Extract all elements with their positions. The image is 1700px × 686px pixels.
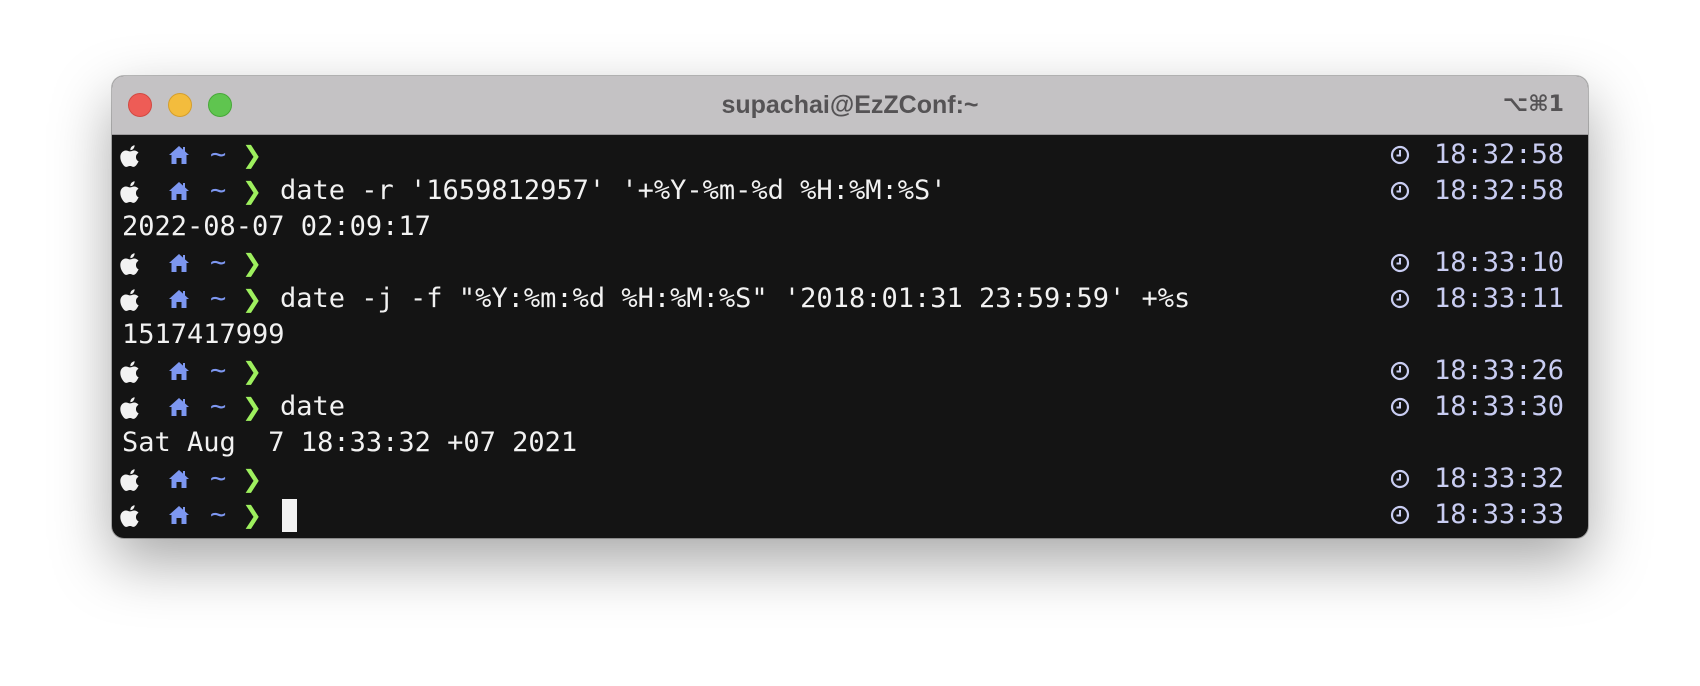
prompt-line: ~ ❯ 18:33:26 [112,353,1588,389]
prompt-line: ~ ❯ 18:33:32 [112,461,1588,497]
home-icon [168,289,190,309]
home-icon [168,181,190,201]
clock-icon [1390,289,1410,309]
clock-icon [1390,469,1410,489]
command-output: 1517417999 [122,319,285,350]
apple-icon [120,252,142,276]
home-icon [168,469,190,489]
output-line: 2022-08-07 02:09:17 [112,209,1588,245]
prompt-line: ~ ❯ date -j -f "%Y:%m:%d %H:%M:%S" '2018:0… [112,281,1588,317]
prompt-chevron: ❯ [242,249,263,277]
apple-icon [120,180,142,204]
prompt-chevron: ❯ [242,141,263,169]
prompt-time: 18:33:26 [1433,355,1564,386]
clock-icon [1390,145,1410,165]
prompt-time: 18:33:10 [1433,247,1564,278]
prompt-time: 18:33:33 [1433,499,1564,530]
prompt-time: 18:33:30 [1433,391,1564,422]
prompt-time: 18:32:58 [1433,139,1564,170]
prompt-line: ~ ❯ date -r '1659812957' '+%Y-%m-%d %H:%M:… [112,173,1588,209]
output-line: Sat Aug 7 18:33:32 +07 2021 [112,425,1588,461]
apple-icon [120,360,142,384]
clock-icon [1390,181,1410,201]
prompt-directory: ~ [210,247,227,278]
command-output: Sat Aug 7 18:33:32 +07 2021 [122,427,578,458]
terminal-window: supachai@EzZConf:~ ⌥⌘1 ~ ❯ 18:32:58 ~ ❯ date … [112,76,1588,538]
prompt-chevron: ❯ [242,177,263,205]
prompt-chevron: ❯ [242,501,263,529]
prompt-directory: ~ [210,463,227,494]
prompt-time: 18:33:11 [1433,283,1564,314]
prompt-line: ~ ❯ date 18:33:30 [112,389,1588,425]
command-output: 2022-08-07 02:09:17 [122,211,431,242]
clock-icon [1390,397,1410,417]
prompt-directory: ~ [210,175,227,206]
prompt-chevron: ❯ [242,357,263,385]
clock-icon [1390,253,1410,273]
window-shortcut: ⌥⌘1 [1502,92,1564,117]
home-icon [168,397,190,417]
prompt-line: ~ ❯ 18:33:33 [112,497,1588,533]
window-title: supachai@EzZConf:~ [721,91,979,119]
prompt-line: ~ ❯ 18:32:58 [112,137,1588,173]
home-icon [168,505,190,525]
command-text: date [280,391,346,422]
clock-icon [1390,361,1410,381]
prompt-directory: ~ [210,283,227,314]
prompt-directory: ~ [210,139,227,170]
command-text: date -r '1659812957' '+%Y-%m-%d %H:%M:%S… [280,175,947,206]
prompt-chevron: ❯ [242,393,263,421]
apple-icon [120,396,142,420]
prompt-time: 18:33:32 [1433,463,1564,494]
prompt-directory: ~ [210,355,227,386]
prompt-time: 18:32:58 [1433,175,1564,206]
title-bar[interactable]: supachai@EzZConf:~ ⌥⌘1 [112,76,1588,135]
home-icon [168,253,190,273]
apple-icon [120,468,142,492]
prompt-directory: ~ [210,499,227,530]
apple-icon [120,288,142,312]
apple-icon [120,504,142,528]
command-text: date -j -f "%Y:%m:%d %H:%M:%S" '2018:01:… [280,283,1191,314]
prompt-chevron: ❯ [242,285,263,313]
text-cursor[interactable] [282,499,297,532]
apple-icon [120,144,142,168]
home-icon [168,361,190,381]
prompt-line: ~ ❯ 18:33:10 [112,245,1588,281]
home-icon [168,145,190,165]
output-line: 1517417999 [112,317,1588,353]
prompt-chevron: ❯ [242,465,263,493]
terminal-content[interactable]: ~ ❯ 18:32:58 ~ ❯ date -r '1659812957' '+%Y-%m… [112,137,1588,533]
prompt-directory: ~ [210,391,227,422]
clock-icon [1390,505,1410,525]
